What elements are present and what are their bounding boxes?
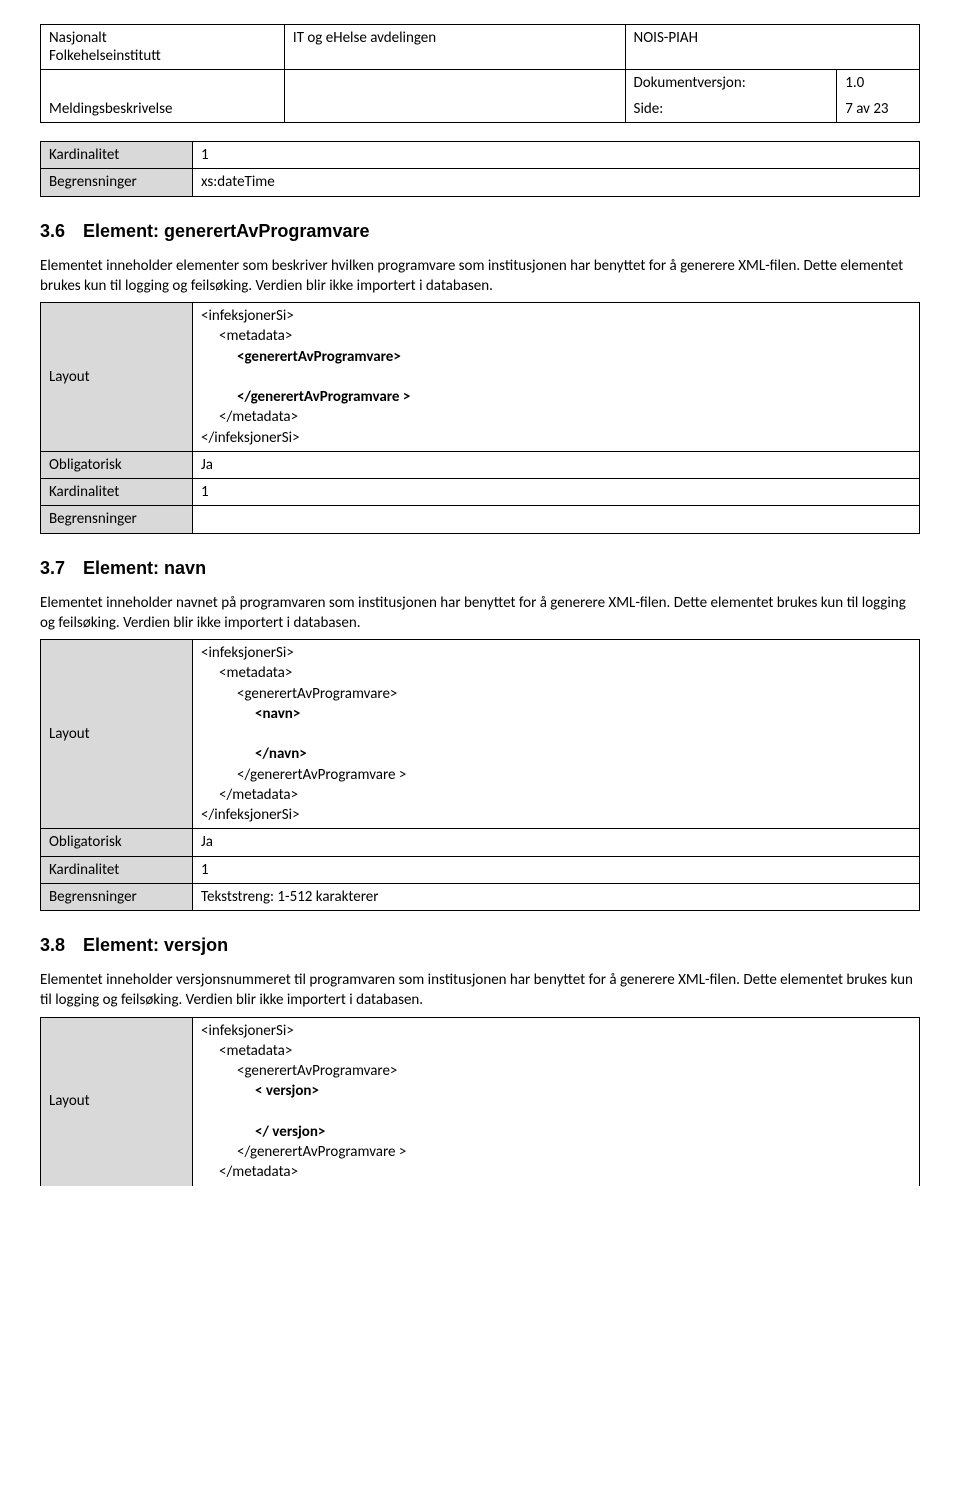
hdr-version-label: Dokumentversjon: xyxy=(625,70,837,97)
code-line: < versjon> xyxy=(201,1081,911,1101)
code-blank xyxy=(201,724,911,744)
sec36-table: Layout <infeksjonerSi> <metadata> <gener… xyxy=(40,302,920,534)
kardinalitet-label: Kardinalitet xyxy=(41,142,193,169)
layout-code: <infeksjonerSi> <metadata> <generertAvPr… xyxy=(193,640,920,829)
hdr-org-line1: Nasjonalt xyxy=(49,29,107,47)
kardinalitet-label: Kardinalitet xyxy=(41,479,193,506)
sec-num: 3.7 xyxy=(40,558,65,578)
sec-num: 3.6 xyxy=(40,221,65,241)
code-line: </navn> xyxy=(201,744,911,764)
code-line: </generertAvProgramvare > xyxy=(201,387,911,407)
layout-label: Layout xyxy=(41,640,193,829)
sec-title: Element: generertAvProgramvare xyxy=(83,221,369,241)
layout-label: Layout xyxy=(41,1017,193,1186)
begrensninger-value: Tekststreng: 1-512 karakterer xyxy=(193,883,920,910)
layout-code: <infeksjonerSi> <metadata> <generertAvPr… xyxy=(193,303,920,452)
code-line: <infeksjonerSi> xyxy=(201,1021,911,1041)
hdr-system: NOIS-PIAH xyxy=(625,25,919,70)
code-line: </infeksjonerSi> xyxy=(201,805,911,825)
sec36-desc: Elementet inneholder elementer som beskr… xyxy=(40,256,920,297)
begrensninger-value xyxy=(193,506,920,533)
code-line: <generertAvProgramvare> xyxy=(201,1061,911,1081)
begrensninger-value: xs:dateTime xyxy=(193,169,920,196)
hdr-org-line2: Folkehelseinstitutt xyxy=(49,47,161,65)
hdr-empty xyxy=(284,70,625,123)
obligatorisk-value: Ja xyxy=(193,451,920,478)
document-header-table: Nasjonalt Folkehelseinstitutt IT og eHel… xyxy=(40,24,920,123)
code-blank xyxy=(201,367,911,387)
kardinalitet-label: Kardinalitet xyxy=(41,856,193,883)
hdr-version: 1.0 xyxy=(837,70,920,97)
code-line: <infeksjonerSi> xyxy=(201,643,911,663)
hdr-docdesc: Meldingsbeskrivelse xyxy=(41,70,285,123)
section-3-6-heading: 3.6 Element: generertAvProgramvare xyxy=(40,221,920,242)
obligatorisk-label: Obligatorisk xyxy=(41,829,193,856)
hdr-dept: IT og eHelse avdelingen xyxy=(284,25,625,70)
code-line: <infeksjonerSi> xyxy=(201,306,911,326)
hdr-page: 7 av 23 xyxy=(837,96,920,123)
begrensninger-label: Begrensninger xyxy=(41,506,193,533)
sec38-desc: Elementet inneholder versjonsnummeret ti… xyxy=(40,970,920,1011)
sec38-table: Layout <infeksjonerSi> <metadata> <gener… xyxy=(40,1017,920,1186)
section-3-8-heading: 3.8 Element: versjon xyxy=(40,935,920,956)
code-line: </infeksjonerSi> xyxy=(201,428,911,448)
kardinalitet-value: 1 xyxy=(193,856,920,883)
sec-num: 3.8 xyxy=(40,935,65,955)
code-line: </ versjon> xyxy=(201,1122,911,1142)
code-line: </generertAvProgramvare > xyxy=(201,1142,911,1162)
layout-label: Layout xyxy=(41,303,193,452)
begrensninger-label: Begrensninger xyxy=(41,883,193,910)
code-line: <metadata> xyxy=(201,663,911,683)
layout-code: <infeksjonerSi> <metadata> <generertAvPr… xyxy=(193,1017,920,1186)
code-line: </metadata> xyxy=(201,1162,911,1182)
section-3-7-heading: 3.7 Element: navn xyxy=(40,558,920,579)
kardinalitet-value: 1 xyxy=(193,479,920,506)
code-blank xyxy=(201,1102,911,1122)
code-line: <navn> xyxy=(201,704,911,724)
sec37-table: Layout <infeksjonerSi> <metadata> <gener… xyxy=(40,639,920,911)
sec-title: Element: versjon xyxy=(83,935,228,955)
hdr-page-label: Side: xyxy=(625,96,837,123)
sec37-desc: Elementet inneholder navnet på programva… xyxy=(40,593,920,634)
code-line: <metadata> xyxy=(201,1041,911,1061)
code-line: <generertAvProgramvare> xyxy=(201,347,911,367)
code-line: <generertAvProgramvare> xyxy=(201,684,911,704)
obligatorisk-value: Ja xyxy=(193,829,920,856)
code-line: </generertAvProgramvare > xyxy=(201,765,911,785)
kardinalitet-value: 1 xyxy=(193,142,920,169)
code-line: <metadata> xyxy=(201,326,911,346)
hdr-org: Nasjonalt Folkehelseinstitutt xyxy=(41,25,285,70)
code-line: </metadata> xyxy=(201,407,911,427)
sec-title: Element: navn xyxy=(83,558,206,578)
obligatorisk-label: Obligatorisk xyxy=(41,451,193,478)
begrensninger-label: Begrensninger xyxy=(41,169,193,196)
code-line: </metadata> xyxy=(201,785,911,805)
top-def-table: Kardinalitet 1 Begrensninger xs:dateTime xyxy=(40,141,920,197)
